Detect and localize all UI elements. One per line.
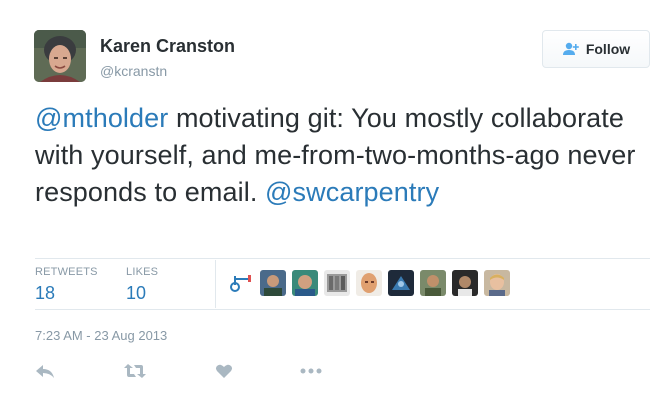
retweets-count: 18 [35,283,56,303]
stats-separator [215,260,216,308]
retweets-stat[interactable]: RETWEETS 18 [35,266,98,304]
tweet-timestamp[interactable]: 7:23 AM - 23 Aug 2013 [35,328,167,343]
mention-mtholder[interactable]: @mtholder [35,103,168,133]
favoriter-1-avatar[interactable] [228,270,254,296]
favoriter-6-avatar[interactable] [388,270,414,296]
tweet-text: @mtholder motivating git: You mostly col… [35,100,645,211]
stats-bottom-divider [35,309,650,310]
favoriter-2-avatar[interactable] [260,270,286,296]
favoriter-3-avatar[interactable] [292,270,318,296]
retweet-icon[interactable] [123,360,147,382]
follow-label: Follow [585,41,631,57]
tweet-card: Karen Cranston @kcranstn Follow @mtholde… [0,0,669,401]
author-avatar[interactable] [34,30,86,82]
likes-count: 10 [126,283,147,303]
author-handle[interactable]: @kcranstn [100,63,167,79]
favoriter-8-avatar[interactable] [452,270,478,296]
favoriter-9-avatar[interactable] [484,270,510,296]
like-icon[interactable] [215,360,233,382]
favoriters-list [228,270,510,296]
favoriter-4-avatar[interactable] [324,270,350,296]
mention-swcarpentry[interactable]: @swcarpentry [265,177,439,207]
stats-top-divider [35,258,650,259]
follow-button[interactable]: Follow [542,30,650,68]
favoriter-7-avatar[interactable] [420,270,446,296]
retweets-label: RETWEETS [35,266,98,278]
more-icon[interactable] [300,360,322,382]
reply-icon[interactable] [35,360,55,382]
author-name[interactable]: Karen Cranston [100,36,235,57]
add-user-icon [562,42,580,56]
favoriter-5-avatar[interactable] [356,270,382,296]
likes-stat[interactable]: LIKES 10 [126,266,158,304]
likes-label: LIKES [126,266,159,278]
